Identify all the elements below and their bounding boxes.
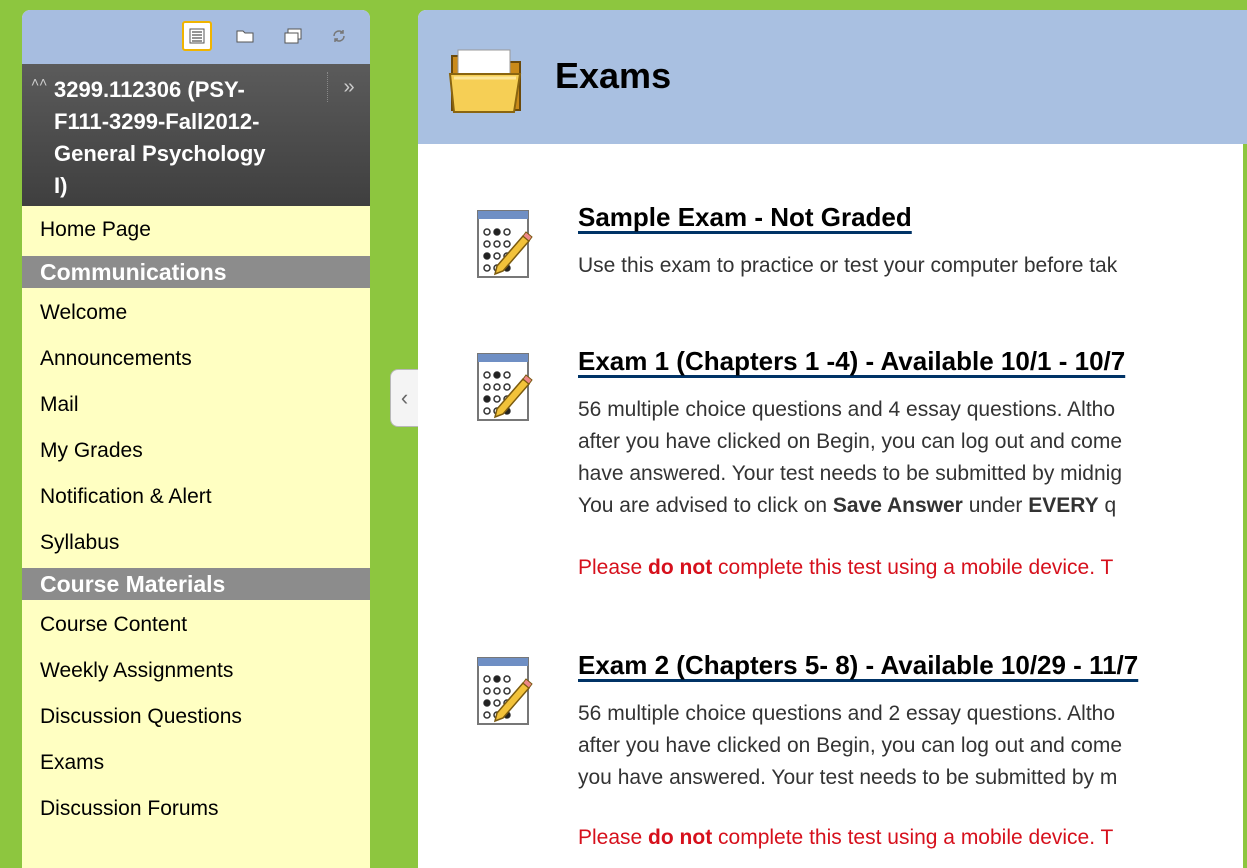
exam-description-line: 56 multiple choice questions and 2 essay…	[578, 702, 1116, 725]
menu-item-notification-alert[interactable]: Notification & Alert	[22, 474, 370, 520]
page-border	[1243, 144, 1247, 868]
exam-description-line: 56 multiple choice questions and 4 essay…	[578, 398, 1116, 421]
page-title: Exams	[555, 55, 672, 96]
exam-description-line: You are advised to click on Save Answer …	[578, 490, 1116, 522]
mobile-warning: Please do not complete this test using a…	[578, 826, 1113, 850]
save-answer-emphasis: Save Answer	[832, 494, 963, 517]
folder-view-icon[interactable]	[230, 21, 260, 51]
course-title[interactable]: 3299.112306 (PSY-F111-3299-Fall2012-Gene…	[54, 74, 284, 202]
text: complete this test using a mobile device…	[712, 556, 1114, 579]
exam-description: Use this exam to practice or test your c…	[578, 254, 1118, 277]
list-view-icon[interactable]	[182, 21, 212, 51]
menu-item-home-page[interactable]: Home Page	[22, 206, 370, 254]
menu-item-mail[interactable]: Mail	[22, 382, 370, 428]
text: q	[1098, 494, 1117, 517]
exam-link-exam-1[interactable]: Exam 1 (Chapters 1 -4) - Available 10/1 …	[578, 346, 1125, 377]
exam-description-line: after you have clicked on Begin, you can…	[578, 734, 1123, 757]
text: Please	[578, 556, 649, 579]
exam-description-line: have answered. Your test needs to be sub…	[578, 462, 1123, 485]
text: Please	[578, 826, 649, 849]
exam-description-line: you have answered. Your test needs to be…	[578, 766, 1118, 789]
double-chevron-right-icon[interactable]: »	[327, 72, 370, 102]
text: complete this test using a mobile device…	[712, 826, 1114, 849]
menu-item-syllabus[interactable]: Syllabus	[22, 520, 370, 566]
menu-item-discussion-questions[interactable]: Discussion Questions	[22, 694, 370, 740]
course-header: ˄˄ 3299.112306 (PSY-F111-3299-Fall2012-G…	[22, 64, 370, 206]
content-area: Exams Sample Exam - Not Graded Use this …	[418, 10, 1247, 868]
menu-item-my-grades[interactable]: My Grades	[22, 428, 370, 474]
window-view-icon[interactable]	[278, 21, 308, 51]
test-icon	[477, 210, 533, 278]
text: You are advised to click on	[578, 494, 833, 517]
do-not-emphasis: do not	[648, 556, 713, 579]
collapse-up-icon[interactable]: ˄˄	[31, 74, 47, 90]
menu-item-welcome[interactable]: Welcome	[22, 290, 370, 336]
exam-link-exam-2[interactable]: Exam 2 (Chapters 5- 8) - Available 10/29…	[578, 650, 1138, 681]
menu-view-toolbar	[22, 10, 370, 64]
do-not-emphasis: do not	[648, 826, 713, 849]
menu-item-weekly-assignments[interactable]: Weekly Assignments	[22, 648, 370, 694]
folder-icon	[448, 49, 522, 113]
refresh-icon[interactable]	[324, 21, 354, 51]
course-menu: ˄˄ 3299.112306 (PSY-F111-3299-Fall2012-G…	[22, 10, 370, 868]
text: under	[962, 494, 1029, 517]
mobile-warning: Please do not complete this test using a…	[578, 556, 1113, 580]
test-icon	[477, 353, 533, 421]
menu-item-exams[interactable]: Exams	[22, 740, 370, 786]
chevron-left-icon: ‹	[400, 385, 409, 410]
menu-section-communications: Communications	[22, 256, 370, 288]
exam-description-line: after you have clicked on Begin, you can…	[578, 430, 1123, 453]
content-header: Exams	[418, 10, 1247, 144]
test-icon	[477, 657, 533, 725]
menu-item-course-content[interactable]: Course Content	[22, 602, 370, 648]
menu-item-discussion-forums[interactable]: Discussion Forums	[22, 786, 370, 832]
menu-section-course-materials: Course Materials	[22, 568, 370, 600]
every-emphasis: EVERY	[1028, 494, 1099, 517]
collapse-menu-button[interactable]: ‹	[390, 369, 418, 427]
menu-item-announcements[interactable]: Announcements	[22, 336, 370, 382]
exam-link-sample[interactable]: Sample Exam - Not Graded	[578, 202, 912, 233]
